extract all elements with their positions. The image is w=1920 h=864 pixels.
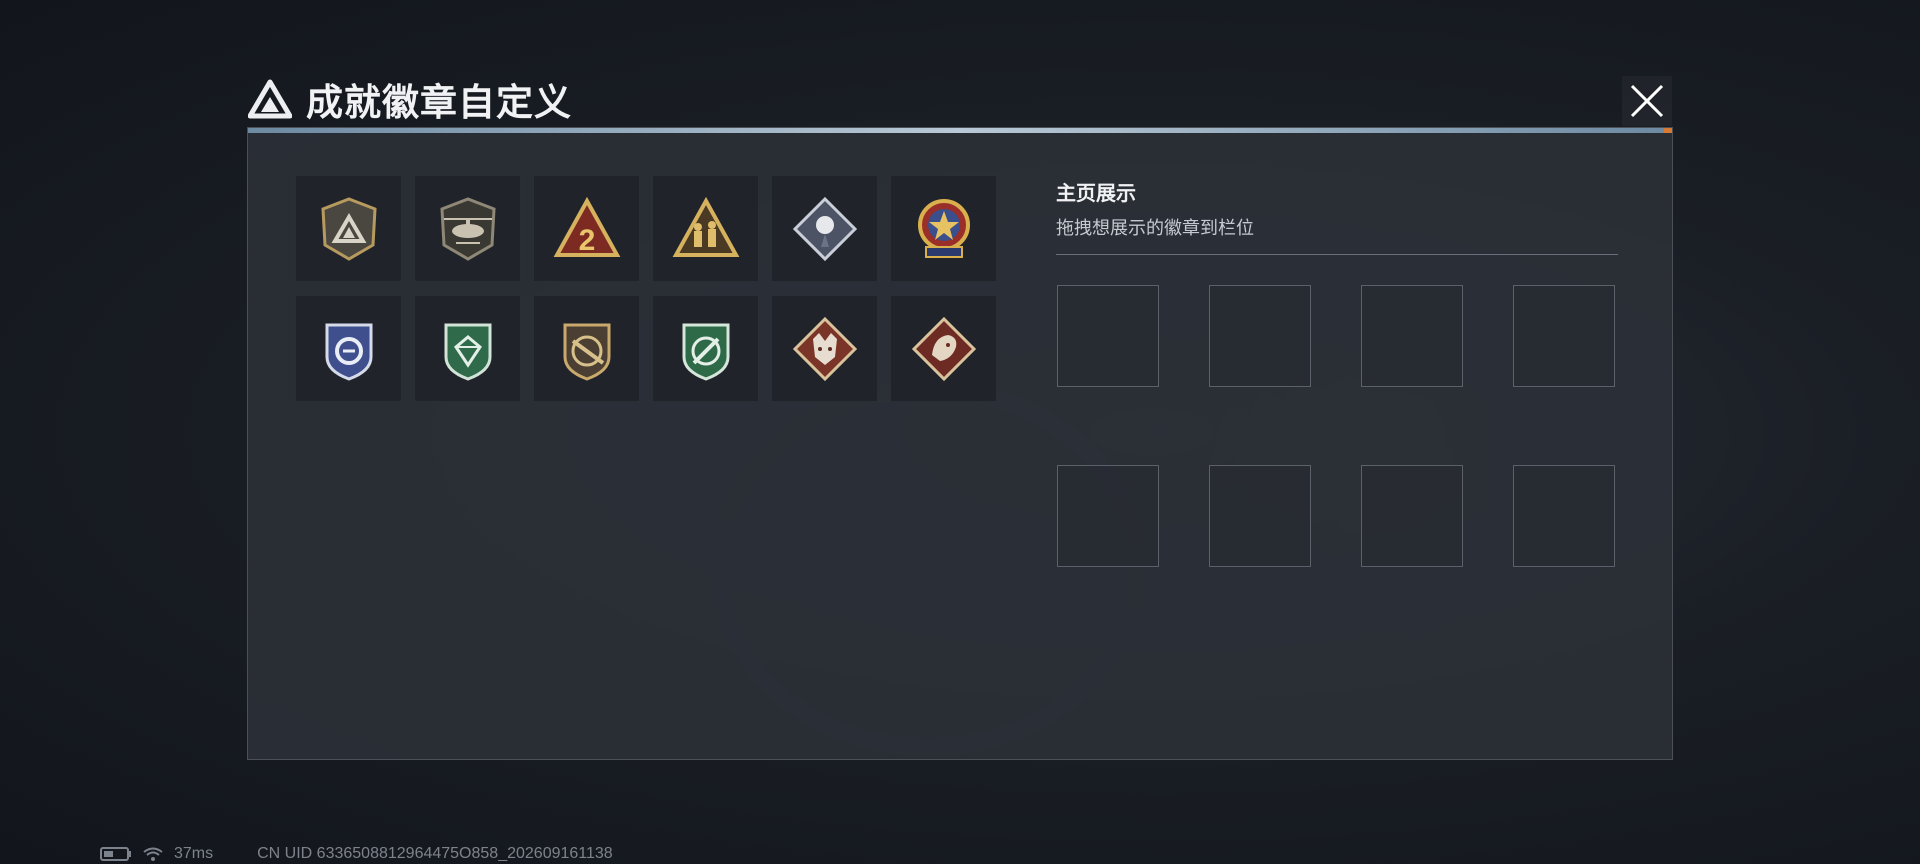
star-ribbon-badge-icon (917, 198, 970, 258)
badge-tile[interactable] (890, 295, 997, 402)
showcase-divider (1056, 254, 1618, 255)
panel-top-accent (248, 128, 1672, 133)
page-title: 成就徽章自定义 (306, 82, 572, 123)
showcase-slot[interactable] (1513, 285, 1615, 387)
badge-tile[interactable]: 2 (533, 175, 640, 282)
badge-tile[interactable] (771, 295, 878, 402)
wolf-diamond-badge-icon (792, 316, 857, 381)
showcase-slot[interactable] (1057, 285, 1159, 387)
dragon-diamond-badge-icon (911, 316, 976, 381)
badge-tile[interactable] (533, 295, 640, 402)
wifi-icon (143, 847, 163, 861)
blue-wing-shield-badge-icon (325, 323, 372, 381)
shield-triangle-badge-icon (320, 196, 377, 261)
helicopter-badge-icon (439, 196, 496, 261)
badge-tile[interactable] (890, 175, 997, 282)
badge-tile[interactable] (295, 295, 402, 402)
showcase-slot[interactable] (1361, 465, 1463, 567)
showcase-slot[interactable] (1209, 465, 1311, 567)
badge-tile[interactable] (414, 295, 521, 402)
showcase-slot[interactable] (1057, 465, 1159, 567)
showcase-slots (1057, 285, 1615, 567)
uid-readout: CN UID 6336508812964475O858_202609161138 (257, 845, 613, 862)
ping-readout: 37ms (174, 845, 214, 862)
showcase-slot[interactable] (1361, 285, 1463, 387)
panel-top-accent-end (1664, 128, 1672, 133)
title-bar: 成就徽章自定义 (248, 74, 572, 124)
rose-diamond-badge-icon (792, 196, 857, 261)
battery-icon (100, 847, 131, 861)
close-icon (1630, 84, 1664, 118)
badge-tile[interactable] (652, 295, 759, 402)
showcase-slot[interactable] (1513, 465, 1615, 567)
soldiers-triangle-badge-icon (672, 196, 739, 257)
number-two-triangle-badge-icon: 2 (553, 196, 620, 257)
showcase-heading: 主页展示 (1056, 183, 1136, 205)
showcase-slot[interactable] (1209, 285, 1311, 387)
close-button[interactable] (1622, 76, 1672, 126)
green-gem-shield-badge-icon (444, 323, 491, 381)
svg-text:2: 2 (578, 224, 595, 257)
delta-logo-icon (248, 79, 292, 119)
badge-tile[interactable] (414, 175, 521, 282)
homepage-showcase: 主页展示 拖拽想展示的徽章到栏位 (1056, 177, 1618, 255)
badge-tile[interactable] (771, 175, 878, 282)
rifle-shield-badge-icon (563, 323, 610, 381)
badge-tile[interactable] (295, 175, 402, 282)
status-bar: 37ms CN UID 6336508812964475O858_2026091… (100, 844, 613, 864)
showcase-hint: 拖拽想展示的徽章到栏位 (1056, 218, 1254, 238)
badge-tile[interactable] (652, 175, 759, 282)
badge-grid: 2 (295, 175, 997, 402)
badge-panel: 2 主页展示 拖拽想展示的徽章到栏位 (247, 127, 1673, 760)
knife-crosshair-badge-icon (682, 323, 729, 381)
